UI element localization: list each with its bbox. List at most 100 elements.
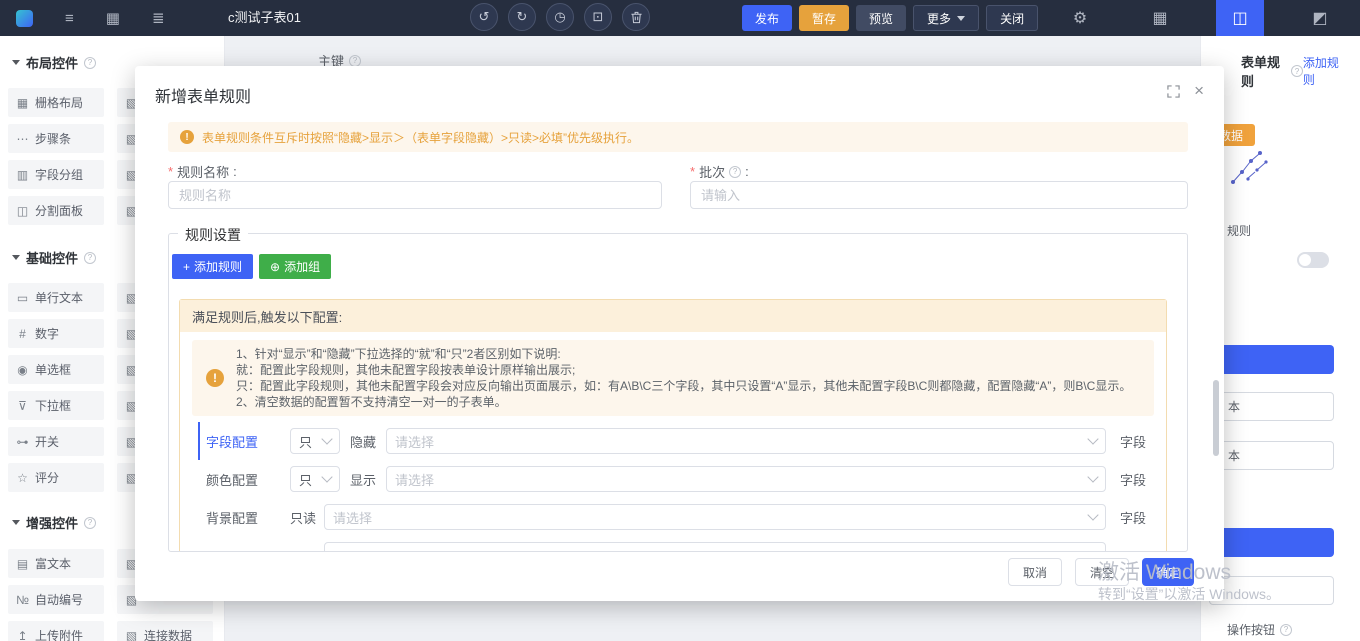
menu-icon[interactable]: ≡	[65, 10, 74, 27]
undo-button[interactable]: ↺	[470, 3, 498, 31]
delete-button[interactable]	[622, 3, 650, 31]
topbar: ≡ ▦ ≣ c测试子表01 ↺ ↻ ◷ ⊡ 发布 暂存 预览 更多 关闭 ⚙ ▦…	[0, 0, 1360, 36]
control-item-grid-layout[interactable]: ▦栅格布局	[8, 88, 104, 117]
add-group-label: 添加组	[284, 258, 320, 275]
redo-button[interactable]: ↻	[508, 3, 536, 31]
cancel-button[interactable]: 取消	[1008, 558, 1062, 586]
field-select[interactable]: 请选择	[386, 428, 1106, 454]
control-item-switch[interactable]: ⊶开关	[8, 427, 104, 456]
close-icon[interactable]: ×	[1194, 84, 1204, 98]
app-logo-icon[interactable]	[16, 10, 33, 27]
select-placeholder: 请选择	[395, 432, 434, 451]
clear-button[interactable]: ⊡	[584, 3, 612, 31]
tab-background-config[interactable]: 背景配置	[198, 498, 290, 536]
settings-button[interactable]: ⚙	[1040, 0, 1120, 36]
control-item-number[interactable]: #数字	[8, 319, 104, 348]
apps-icon[interactable]: ▦	[106, 9, 120, 27]
rule-priority-alert: ! 表单规则条件互斥时按照“隐藏>显示＞（表单字段隐藏）>只读>必填”优先级执行…	[168, 122, 1188, 152]
chevron-down-icon	[957, 16, 965, 21]
upload-icon: ↥	[16, 629, 29, 641]
control-item-split-panel[interactable]: ◫分割面板	[8, 196, 104, 225]
control-label: 单行文本	[35, 289, 83, 306]
panel-button-text-fragment[interactable]: 本	[1209, 441, 1334, 470]
config-tabs: 字段配置 颜色配置 背景配置	[198, 422, 290, 552]
close-designer-button[interactable]: 关闭	[986, 5, 1038, 31]
mode-select[interactable]: 只	[290, 466, 340, 492]
mode-value: 只	[299, 432, 312, 451]
warning-icon: !	[180, 130, 194, 144]
confirm-button[interactable]: 确定	[1142, 558, 1194, 586]
dialog-header-icons: ×	[1167, 84, 1204, 98]
field-select[interactable]	[324, 542, 1106, 552]
cancel-label: 取消	[1023, 564, 1047, 581]
control-item-radio[interactable]: ◉单选框	[8, 355, 104, 384]
add-rule-button[interactable]: + 添加规则	[172, 254, 253, 279]
control-label: 数字	[35, 325, 59, 342]
panel-button-active[interactable]: ◫	[1216, 0, 1264, 36]
clear-button[interactable]: 清空	[1075, 558, 1129, 586]
config-area: 字段配置 颜色配置 背景配置 只 隐藏 请选择 字段	[180, 416, 1166, 552]
field-select[interactable]: 请选择	[324, 504, 1106, 530]
save-draft-button[interactable]: 暂存	[799, 5, 849, 31]
control-item-rich-text[interactable]: ▤富文本	[8, 549, 104, 578]
undo-icon: ↺	[479, 9, 490, 25]
publish-button[interactable]: 发布	[742, 5, 792, 31]
control-item-single-text[interactable]: ▭ 单行文本	[8, 283, 104, 312]
field-suffix-label: 字段	[1120, 470, 1148, 489]
fullscreen-icon[interactable]	[1167, 85, 1180, 98]
components-button[interactable]: ▦	[1120, 0, 1200, 36]
field-suffix-label: 字段	[1120, 432, 1148, 451]
control-item-auto-number[interactable]: №自动编号	[8, 585, 104, 614]
rule-name-input[interactable]	[168, 181, 662, 209]
field-select[interactable]: 请选择	[386, 466, 1106, 492]
form-title: c测试子表01	[228, 0, 301, 36]
control-item-field-group[interactable]: ▥字段分组	[8, 160, 104, 189]
plugin-button[interactable]: ◩	[1280, 0, 1360, 36]
control-item-select[interactable]: ⊽下拉框	[8, 391, 104, 420]
show-config-row: 只 显示 请选择 字段	[290, 460, 1148, 498]
rule-settings-fieldset: + 添加规则 ⊕ 添加组 满足规则后,触发以下配置: ! 1、针对“显示”和“隐…	[168, 233, 1188, 552]
add-group-button[interactable]: ⊕ 添加组	[259, 254, 331, 279]
preview-button[interactable]: 预览	[856, 5, 906, 31]
panel-primary-button[interactable]	[1209, 528, 1334, 557]
single-text-icon: ▭	[16, 291, 29, 305]
dialog-scrollbar-thumb[interactable]	[1213, 380, 1219, 456]
history-button[interactable]: ◷	[546, 3, 574, 31]
batch-label: * 批次 ?:	[690, 162, 749, 181]
tab-field-config[interactable]: 字段配置	[198, 422, 290, 460]
help-icon: ?	[1291, 65, 1303, 77]
control-label: 步骤条	[35, 130, 71, 147]
control-item-rating[interactable]: ☆评分	[8, 463, 104, 492]
more-button[interactable]: 更多	[913, 5, 979, 31]
control-label: 单选框	[35, 361, 71, 378]
tab-color-config[interactable]: 颜色配置	[198, 460, 290, 498]
rule-name-label: * 规则名称:	[168, 162, 237, 181]
rule-toggle[interactable]	[1297, 252, 1329, 268]
trigger-config-box: 满足规则后,触发以下配置: ! 1、针对“显示”和“隐藏”下拉选择的“就”和“只…	[179, 299, 1167, 552]
control-item-upload[interactable]: ↥上传附件	[8, 621, 104, 641]
section-title: 布局控件	[26, 53, 78, 72]
rules-panel-title: 表单规则 ?	[1241, 52, 1303, 90]
add-rule-link[interactable]: 添加规则	[1303, 54, 1346, 88]
database-icon[interactable]: ≣	[152, 9, 165, 27]
mode-select[interactable]: 只	[290, 428, 340, 454]
form-rules-panel: 表单规则 ? 添加规则 数据 规则 本 本 操作按钮 ?	[1200, 36, 1360, 641]
rules-panel-header: 表单规则 ? 添加规则	[1201, 36, 1360, 90]
history-toolbar: ↺ ↻ ◷ ⊡	[470, 3, 650, 31]
toggle-knob	[1299, 254, 1311, 266]
trigger-config-title: 满足规则后,触发以下配置:	[180, 300, 1166, 332]
note-line: 1、针对“显示”和“隐藏”下拉选择的“就”和“只”2者区别如下说明:	[236, 346, 1131, 362]
control-label: 分割面板	[35, 202, 83, 219]
dialog-title: 新增表单规则	[155, 83, 251, 107]
panel-primary-button[interactable]	[1209, 345, 1334, 374]
add-rule-label: 添加规则	[194, 258, 242, 275]
batch-label-text: 批次	[699, 162, 725, 181]
alert-text: 表单规则条件互斥时按照“隐藏>显示＞（表单字段隐藏）>只读>必填”优先级执行。	[202, 129, 639, 146]
readonly-config-row: 只读 请选择 字段	[290, 498, 1148, 536]
panel-plain-button[interactable]	[1209, 576, 1334, 605]
batch-input[interactable]	[690, 181, 1188, 209]
panel-button-text-fragment[interactable]: 本	[1209, 392, 1334, 421]
control-item-steps[interactable]: ⋯步骤条	[8, 124, 104, 153]
control-item-connect-data[interactable]: ▧连接数据	[117, 621, 213, 641]
button-fragment-label: 本	[1228, 398, 1240, 415]
